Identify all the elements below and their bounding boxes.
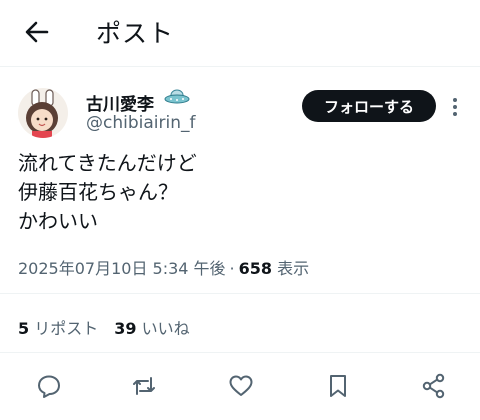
- verified-ufo-icon: [164, 86, 190, 108]
- more-icon: [453, 98, 457, 116]
- header-divider: [0, 66, 480, 67]
- likes-label: いいね: [141, 319, 190, 338]
- tweet-text: 流れてきたんだけど 伊藤百花ちゃん？ かわいい: [18, 149, 197, 236]
- avatar[interactable]: [18, 88, 68, 138]
- repost-icon: [133, 377, 155, 395]
- engagement-stats: 5 リポスト 39 いいね: [18, 315, 190, 339]
- page-title: ポスト: [96, 19, 175, 48]
- top-bar: ポスト: [0, 0, 480, 66]
- back-button[interactable]: [22, 17, 52, 47]
- user-handle[interactable]: @chibiairin_f: [86, 113, 195, 133]
- tweet-meta: 2025年07月10日 5:34 午後 · 658 表示: [18, 255, 309, 279]
- display-name[interactable]: 古川愛李: [86, 90, 154, 115]
- bookmark-button[interactable]: [325, 373, 351, 399]
- reposts-label: リポスト: [34, 319, 99, 338]
- bookmark-icon: [330, 375, 346, 397]
- avatar-image: [18, 88, 68, 138]
- back-arrow-icon: [25, 21, 49, 43]
- share-icon: [422, 373, 445, 399]
- meta-separator: ·: [229, 259, 235, 278]
- like-button[interactable]: [228, 373, 254, 399]
- reply-button[interactable]: [36, 373, 62, 399]
- reposts-stat[interactable]: 5 リポスト: [18, 319, 98, 338]
- meta-divider: [0, 293, 480, 294]
- repost-button[interactable]: [131, 373, 157, 399]
- views-label: 表示: [277, 259, 310, 278]
- timestamp[interactable]: 2025年07月10日 5:34 午後: [18, 259, 226, 278]
- more-button[interactable]: [448, 96, 462, 118]
- likes-stat[interactable]: 39 いいね: [114, 319, 189, 338]
- follow-button[interactable]: フォローする: [302, 90, 436, 122]
- stats-divider: [0, 352, 480, 353]
- share-button[interactable]: [421, 373, 447, 399]
- like-icon: [229, 375, 253, 396]
- views-count: 658: [238, 259, 273, 278]
- tweet-line: 伊藤百花ちゃん？: [18, 180, 178, 204]
- tweet-line: 流れてきたんだけど: [18, 151, 197, 175]
- reply-icon: [38, 375, 60, 398]
- reposts-count: 5: [18, 319, 30, 338]
- likes-count: 39: [114, 319, 137, 338]
- tweet-line: かわいい: [18, 209, 98, 233]
